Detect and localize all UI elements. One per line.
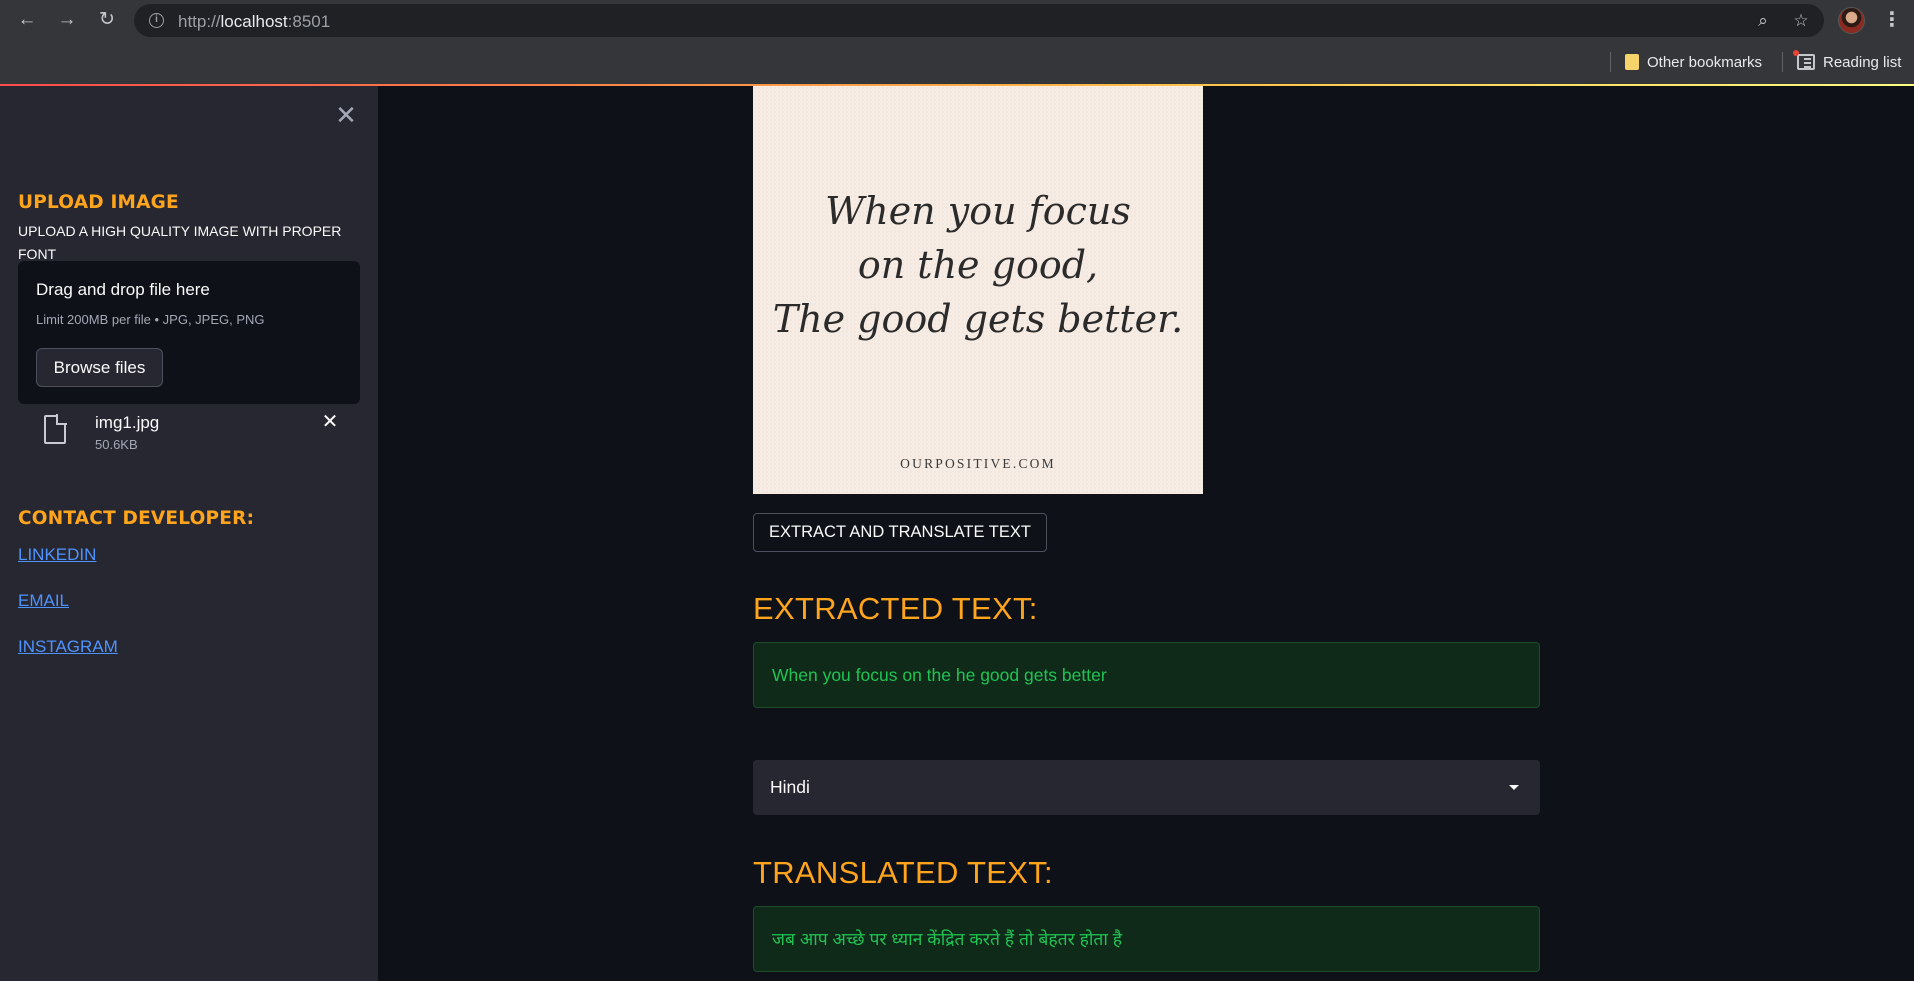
- browse-files-button[interactable]: Browse files: [36, 348, 163, 387]
- bookmark-label: Other bookmarks: [1647, 53, 1763, 71]
- forward-icon[interactable]: →: [54, 7, 80, 33]
- profile-avatar[interactable]: [1838, 7, 1865, 34]
- uploaded-file: img1.jpg 50.6KB ✕: [18, 406, 360, 456]
- zoom-icon[interactable]: ⌕: [1752, 10, 1774, 32]
- close-sidebar-icon[interactable]: ✕: [332, 101, 360, 129]
- image-site-text: OURPOSITIVE.COM: [900, 456, 1056, 471]
- email-link[interactable]: EMAIL: [18, 591, 69, 611]
- reading-list-icon: [1793, 50, 1815, 70]
- image-quote: When you focus on the good, The good get…: [753, 184, 1203, 346]
- file-name: img1.jpg: [95, 413, 160, 432]
- instagram-link[interactable]: INSTAGRAM: [18, 637, 118, 657]
- quote-line: on the good,: [857, 243, 1099, 287]
- translated-text-box: जब आप अच्छे पर ध्यान केंद्रित करते हैं त…: [753, 906, 1540, 972]
- address-bar[interactable]: i http://localhost:8501 ⌕ ☆: [134, 4, 1824, 37]
- bookmark-separator: [1610, 52, 1611, 72]
- chevron-down-icon: [1509, 785, 1519, 790]
- translated-heading: TRANSLATED TEXT:: [753, 855, 1053, 890]
- file-size: 50.6KB: [95, 437, 138, 452]
- linkedin-link[interactable]: LINKEDIN: [18, 545, 96, 565]
- uploaded-image: When you focus on the good, The good get…: [753, 86, 1203, 494]
- upload-subtitle: UPLOAD A HIGH QUALITY IMAGE WITH PROPER …: [18, 223, 342, 262]
- extracted-text-box: When you focus on the he good gets bette…: [753, 642, 1540, 708]
- back-icon[interactable]: ←: [14, 7, 40, 33]
- bookmark-separator: [1782, 52, 1783, 72]
- browser-toolbar: ← → ↻ i http://localhost:8501 ⌕ ☆ ⋮: [0, 0, 1914, 40]
- file-dropzone[interactable]: Drag and drop file here Limit 200MB per …: [18, 261, 360, 404]
- info-icon[interactable]: i: [149, 13, 164, 28]
- extract-translate-button[interactable]: EXTRACT AND TRANSLATE TEXT: [753, 513, 1047, 552]
- language-select[interactable]: Hindi: [753, 760, 1540, 815]
- star-icon[interactable]: ☆: [1790, 10, 1812, 32]
- extracted-heading: EXTRACTED TEXT:: [753, 591, 1038, 626]
- remove-file-icon[interactable]: ✕: [318, 410, 342, 434]
- dropzone-title: Drag and drop file here: [36, 280, 210, 299]
- folder-icon: [1625, 54, 1639, 70]
- bookmarks-bar: Other bookmarks Reading list: [0, 40, 1914, 84]
- file-icon: [44, 414, 67, 444]
- reload-icon[interactable]: ↻: [94, 7, 120, 33]
- sidebar: ✕ UPLOAD IMAGE UPLOAD A HIGH QUALITY IMA…: [0, 86, 378, 981]
- upload-heading: UPLOAD IMAGE: [18, 192, 179, 213]
- bookmark-reading-list[interactable]: Reading list: [1793, 50, 1902, 73]
- url-text: http://localhost:8501: [178, 12, 331, 31]
- language-selected: Hindi: [770, 777, 810, 797]
- bookmark-label: Reading list: [1823, 53, 1902, 71]
- quote-line: The good gets better.: [772, 297, 1184, 341]
- contact-heading: CONTACT DEVELOPER:: [18, 508, 255, 529]
- bookmark-other[interactable]: Other bookmarks: [1625, 51, 1762, 73]
- menu-dots-icon[interactable]: ⋮: [1882, 7, 1902, 33]
- dropzone-limit: Limit 200MB per file • JPG, JPEG, PNG: [36, 312, 265, 327]
- quote-line: When you focus: [825, 189, 1131, 233]
